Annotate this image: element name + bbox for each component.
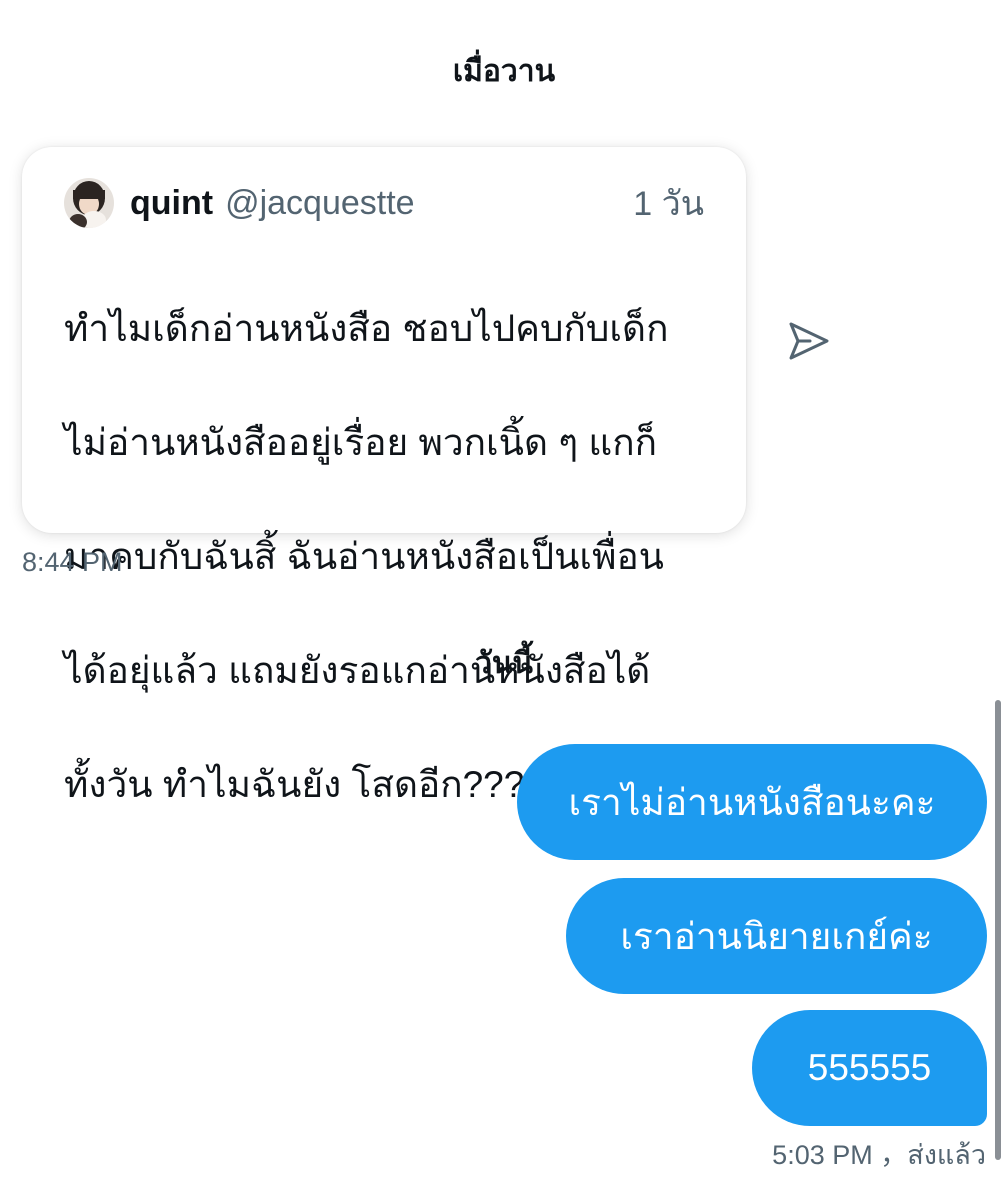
received-timestamp: 8:44 PM	[22, 547, 123, 577]
dm-conversation: เมื่อวาน quint @jacquestte 1 วัน ทำไมเด็…	[0, 0, 1008, 1200]
avatar[interactable]	[64, 178, 114, 228]
sent-status: 5:03 PM ，ส่งแล้ว	[772, 1140, 986, 1170]
tweet-author-name[interactable]: quint	[130, 184, 213, 223]
sent-message-text: เราไม่อ่านหนังสือนะคะ	[568, 781, 936, 823]
send-arrow-icon[interactable]	[786, 318, 832, 364]
tweet-header: quint @jacquestte 1 วัน	[64, 175, 704, 231]
tweet-age: 1 วัน	[633, 185, 704, 223]
tweet-text-line: ไม่อ่านหนังสืออยู่เรื่อย พวกเนิ้ด ๆ แกก็	[64, 422, 658, 463]
sent-message-text: 555555	[807, 1047, 932, 1088]
day-separator-today: วันนี้	[475, 647, 533, 680]
sent-message-bubble[interactable]: เราอ่านนิยายเกย์ค่ะ	[566, 878, 987, 994]
sent-message-bubble[interactable]: เราไม่อ่านหนังสือนะคะ	[517, 744, 987, 860]
sent-message-bubble[interactable]: 555555	[752, 1010, 987, 1126]
tweet-text-line: มาคบกับฉันสิ้ ฉันอ่านหนังสือเป็นเพื่อน	[64, 536, 664, 577]
sent-message-text: เราอ่านนิยายเกย์ค่ะ	[620, 915, 933, 957]
tweet-author-handle[interactable]: @jacquestte	[225, 184, 415, 223]
day-separator-yesterday: เมื่อวาน	[452, 55, 556, 88]
shared-tweet-card[interactable]: quint @jacquestte 1 วัน ทำไมเด็กอ่านหนัง…	[22, 147, 746, 805]
tweet-text-line: ทำไมเด็กอ่านหนังสือ ชอบไปคบกับเด็ก	[64, 308, 669, 349]
scrollbar[interactable]	[995, 700, 1001, 1160]
